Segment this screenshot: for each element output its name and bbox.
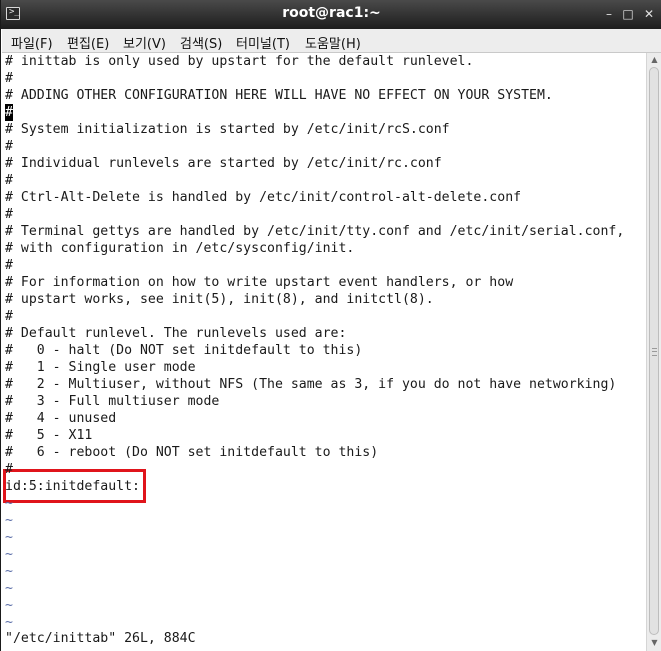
menu-view[interactable]: 보기(V) [123,33,166,52]
file-line: # [5,207,13,222]
terminal-window: >_ root@rac1:~ – □ ✕ 파일(F) 편집(E) 보기(V) 검… [0,0,661,651]
menu-search[interactable]: 검색(S) [180,33,222,52]
file-line: # Individual runlevels are started by /e… [5,156,442,171]
grip-icon [652,348,657,356]
menu-terminal[interactable]: 터미널(T) [236,33,290,52]
highlighted-config-line: id:5:initdefault: [5,479,140,494]
file-line: # For information on how to write upstar… [5,275,514,290]
empty-line-marker: ~ [5,615,13,630]
vim-status-line: "/etc/inittab" 26L, 884C [5,631,196,646]
close-icon[interactable]: ✕ [642,7,656,21]
empty-line-marker: ~ [5,547,13,562]
file-line: # 0 - halt (Do NOT set initdefault to th… [5,343,363,358]
scroll-down-icon[interactable]: ▼ [649,638,660,648]
text-cursor: # [5,104,13,121]
file-line: # Terminal gettys are handled by /etc/in… [5,224,625,239]
file-line: # 4 - unused [5,411,117,426]
file-line: # inittab is only used by upstart for th… [5,54,474,69]
file-line: # Ctrl-Alt-Delete is handled by /etc/ini… [5,190,522,205]
file-line: # [5,462,13,477]
file-line: # 1 - Single user mode [5,360,196,375]
menu-bar: 파일(F) 편집(E) 보기(V) 검색(S) 터미널(T) 도움말(H) [2,29,661,53]
vertical-scrollbar[interactable]: ▲ ▼ [646,53,661,651]
file-line: # 2 - Multiuser, without NFS (The same a… [5,377,617,392]
menu-edit[interactable]: 편집(E) [67,33,109,52]
file-line: # Default runlevel. The runlevels used a… [5,326,347,341]
file-line: # with configuration in /etc/sysconfig/i… [5,241,355,256]
menu-help[interactable]: 도움말(H) [305,33,361,52]
file-line: # 5 - X11 [5,428,93,443]
file-line: # [5,104,13,121]
window-title: root@rac1:~ [282,5,381,21]
scrollbar-thumb[interactable] [649,67,659,635]
title-bar[interactable]: >_ root@rac1:~ – □ ✕ [1,0,661,29]
empty-line-marker: ~ [5,513,13,528]
terminal-text-area[interactable]: # inittab is only used by upstart for th… [2,53,645,651]
minimize-icon[interactable]: – [602,7,616,21]
maximize-icon[interactable]: □ [621,7,635,21]
menu-file[interactable]: 파일(F) [11,33,53,52]
empty-line-marker: ~ [5,581,13,596]
file-line: # [5,258,13,273]
empty-line-marker: ~ [5,530,13,545]
file-line: # [5,173,13,188]
scroll-up-icon[interactable]: ▲ [649,55,660,65]
empty-line-marker: ~ [5,564,13,579]
file-line: # 6 - reboot (Do NOT set initdefault to … [5,445,379,460]
empty-line-marker: ~ [5,496,13,511]
file-line: # ADDING OTHER CONFIGURATION HERE WILL H… [5,88,553,103]
empty-line-marker: ~ [5,598,13,613]
file-line: # System initialization is started by /e… [5,122,450,137]
file-line: # [5,309,13,324]
file-line: # [5,139,13,154]
file-line: # upstart works, see init(5), init(8), a… [5,292,434,307]
file-line: # [5,71,13,86]
file-line: # 3 - Full multiuser mode [5,394,220,409]
